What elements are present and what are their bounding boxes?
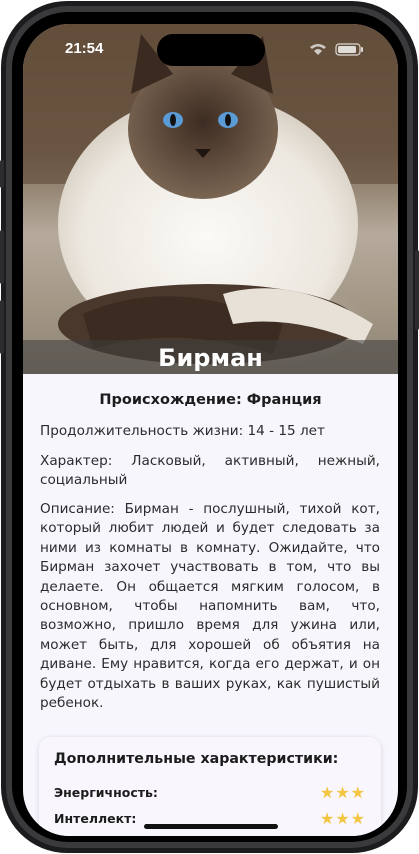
volume-up-button bbox=[0, 230, 4, 284]
status-time: 21:54 bbox=[65, 40, 104, 57]
lifespan-text: Продолжительность жизни: 14 - 15 лет bbox=[40, 423, 325, 439]
intelligence-label: Интеллект: bbox=[54, 811, 137, 826]
home-indicator[interactable] bbox=[144, 824, 278, 829]
energy-label: Энергичность: bbox=[54, 785, 158, 800]
description-text: Описание: Бирман - послушный, тихой кот,… bbox=[40, 501, 380, 712]
volume-down-button bbox=[0, 300, 4, 354]
characteristics-title: Дополнительные характеристики: bbox=[54, 751, 339, 767]
energy-stars-icon: ★★★ bbox=[319, 783, 366, 802]
cat-illustration bbox=[23, 24, 398, 364]
app-screen: Бирман 21:54 Происхождение: Франция Прод… bbox=[23, 24, 398, 836]
dynamic-island bbox=[157, 34, 265, 66]
battery-icon bbox=[335, 43, 363, 56]
status-icons bbox=[310, 43, 363, 56]
origin-text: Происхождение: Франция bbox=[99, 392, 322, 408]
intelligence-stars-icon: ★★★ bbox=[319, 809, 366, 828]
wifi-icon bbox=[310, 44, 326, 55]
characteristics-card: Дополнительные характеристики: Энергично… bbox=[39, 737, 381, 836]
temperament-text: Характер: Ласковый, активный, нежный, со… bbox=[40, 453, 380, 489]
breed-photo: Бирман bbox=[23, 24, 398, 374]
side-button bbox=[415, 250, 419, 330]
action-button bbox=[0, 160, 4, 188]
phone-frame: Бирман 21:54 Происхождение: Франция Прод… bbox=[0, 0, 419, 854]
energy-row: Энергичность: ★★★ bbox=[54, 783, 366, 805]
breed-title: Бирман bbox=[158, 344, 263, 372]
